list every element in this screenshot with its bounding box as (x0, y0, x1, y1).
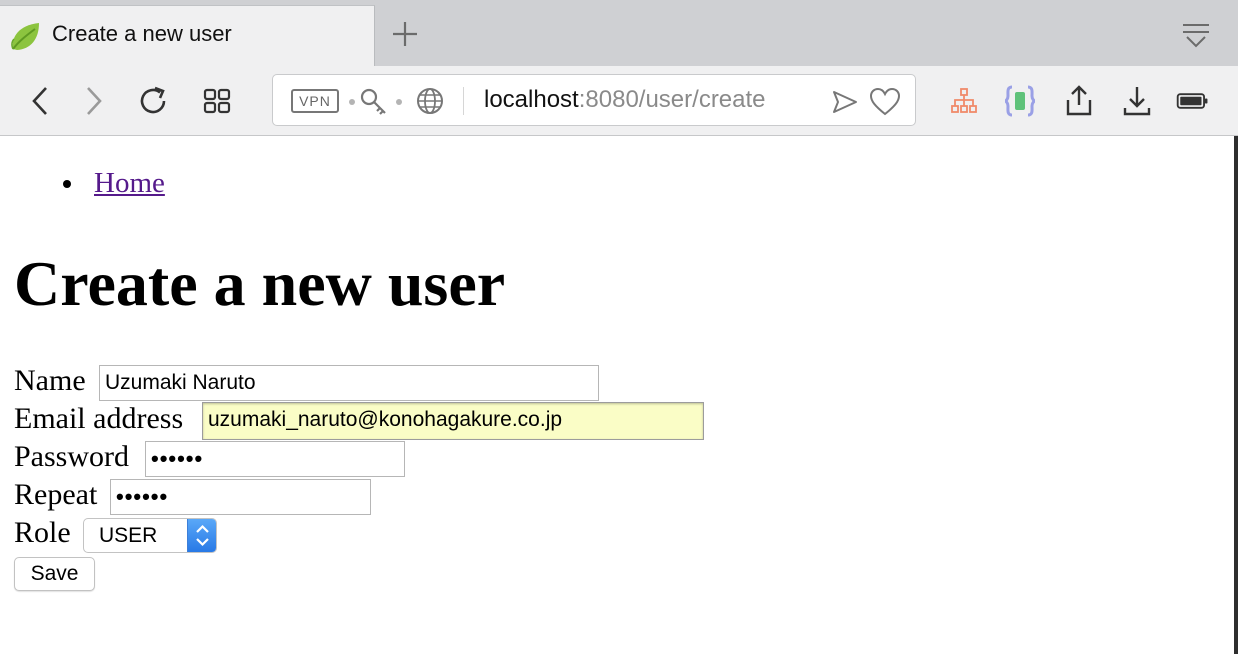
select-arrows-icon (187, 519, 216, 552)
email-label: Email address (14, 402, 184, 435)
window-edge (1234, 136, 1238, 654)
page-title: Create a new user (14, 248, 506, 319)
browser-toolbar: VPN localhost:8080/user/create (0, 66, 1238, 136)
role-label: Role (14, 516, 71, 549)
role-select[interactable]: USER (83, 518, 217, 553)
heart-icon[interactable] (869, 87, 901, 117)
braces-extension-icon[interactable] (1003, 84, 1037, 118)
separator-dot (396, 99, 402, 105)
name-label: Name (14, 364, 86, 397)
address-bar[interactable]: VPN localhost:8080/user/create (272, 74, 916, 126)
vpn-badge[interactable]: VPN (291, 89, 339, 113)
tab-menu-icon[interactable] (1180, 22, 1212, 50)
globe-icon[interactable] (416, 87, 444, 115)
battery-icon[interactable] (1176, 84, 1210, 118)
page-content: Home Create a new user Name Uzumaki Naru… (0, 136, 1234, 654)
chevron-right-icon[interactable] (76, 84, 110, 118)
reload-icon[interactable] (136, 84, 170, 118)
role-selected-value: USER (99, 524, 158, 547)
name-input[interactable]: Uzumaki Naruto (99, 365, 599, 401)
sitemap-icon[interactable] (947, 84, 981, 118)
chevron-left-icon[interactable] (24, 84, 58, 118)
url-text[interactable]: localhost:8080/user/create (484, 85, 766, 115)
send-icon[interactable] (831, 88, 859, 116)
repeat-password-input[interactable]: •••••• (110, 479, 371, 515)
url-divider (463, 87, 464, 115)
browser-tab-bar: Create a new user (0, 0, 1238, 67)
download-icon[interactable] (1120, 84, 1154, 118)
grid-icon[interactable] (200, 84, 234, 118)
spring-leaf-icon (11, 23, 39, 50)
key-icon[interactable] (359, 87, 389, 117)
url-host: localhost (484, 86, 579, 113)
separator-dot (349, 99, 355, 105)
tab-title: Create a new user (52, 21, 232, 46)
save-button[interactable]: Save (14, 557, 95, 591)
password-input[interactable]: •••••• (145, 441, 405, 477)
password-label: Password (14, 440, 130, 473)
plus-icon[interactable] (389, 18, 421, 50)
url-path: :8080/user/create (578, 86, 766, 113)
share-icon[interactable] (1062, 84, 1096, 118)
email-input[interactable]: uzumaki_naruto@konohagakure.co.jp (202, 402, 704, 440)
list-bullet (63, 180, 71, 188)
repeat-label: Repeat (14, 478, 98, 511)
active-tab[interactable]: Create a new user (0, 5, 375, 67)
home-link[interactable]: Home (94, 167, 165, 200)
